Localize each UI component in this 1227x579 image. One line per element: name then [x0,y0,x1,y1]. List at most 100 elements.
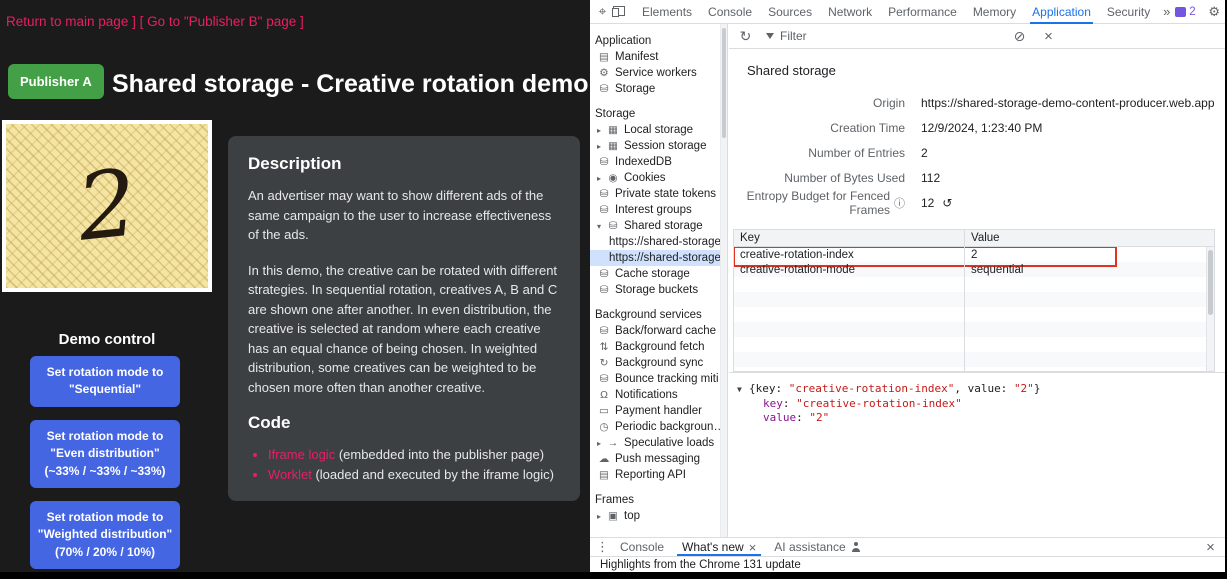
devtools-tab[interactable]: Application [1024,0,1099,23]
chevron-down-icon[interactable]: ▾ [597,222,606,231]
sidebar-item[interactable]: ▭ Payment handler [590,403,727,419]
code-links: Iframe logic (embedded into the publishe… [268,445,560,485]
sidebar-item[interactable]: Storage [590,106,727,122]
table-scrollbar[interactable] [1206,247,1214,371]
preview-summary[interactable]: {key: "creative-rotation-index", value: … [737,382,1217,397]
devtools-tabbar: ElementsConsoleSourcesNetworkPerformance… [590,0,1225,24]
sidebar-item[interactable]: Frames [590,492,727,508]
screenshot-root: Return to main page ] [ Go to "Publisher… [0,0,1227,579]
close-drawer-icon[interactable] [1202,539,1219,556]
settings-gear-icon[interactable] [1206,4,1223,20]
scrollbar-thumb[interactable] [722,28,726,138]
status-text: Highlights from the Chrome 131 update [600,559,801,571]
devtools-tab[interactable]: Console [700,0,760,23]
block-icon[interactable] [1011,28,1028,45]
sidebar-item[interactable]: https://shared-storage… [590,250,727,266]
info-icon[interactable] [894,195,905,211]
issues-count-badge[interactable]: 2 [1175,6,1195,18]
table-row[interactable]: creative-rotation-mode sequential [734,262,1206,277]
sidebar-item[interactable]: ⛁ IndexedDB [590,154,727,170]
drawer-tab[interactable]: What's new [673,538,765,556]
devtools-tab[interactable]: Network [820,0,880,23]
table-row[interactable]: creative-rotation-index 2 [734,247,1206,262]
drawer-tab[interactable]: AI assistance [765,538,869,556]
sidebar-item[interactable]: ▤ Manifest [590,49,727,65]
description-paragraph-1: An advertiser may want to show different… [248,186,560,245]
sidebar-item[interactable]: ⚙ Service workers [590,65,727,81]
sidebar-item[interactable]: ◷ Periodic backgroun… [590,419,727,435]
panel-title: Shared storage [747,63,1225,78]
chevron-right-icon[interactable]: ▸ [597,126,606,135]
sidebar-item[interactable]: ▸ ◉ Cookies [590,170,727,186]
sidebar-item[interactable]: ⇅ Background fetch [590,339,727,355]
sidebar-item[interactable]: ⛁ Cache storage [590,266,727,282]
inspect-element-icon[interactable] [594,3,611,20]
preview-property: key: "creative-rotation-index" [737,397,1217,411]
sidebar-item[interactable]: ⛁ Back/forward cache [590,323,727,339]
rotation-mode-button[interactable]: Set rotation mode to "Sequential" [30,356,180,407]
chevron-right-icon[interactable]: ▸ [597,142,606,151]
chevron-right-icon[interactable]: ▸ [597,512,606,521]
sidebar-item[interactable]: ▸ ▣ top [590,508,727,524]
clear-icon[interactable] [1040,28,1057,45]
drawer-tabbar: Console What's new AI assistance [590,537,1225,556]
meta-row: Number of Entries 2 [729,140,1225,165]
sidebar-item[interactable]: ▤ Reporting API [590,467,727,483]
sidebar-item[interactable]: ▸ ▦ Local storage [590,122,727,138]
description-paragraph-2: In this demo, the creative can be rotate… [248,261,560,398]
meta-row: Creation Time 12/9/2024, 1:23:40 PM [729,115,1225,140]
sidebar-item[interactable]: ▾ ⛁ Shared storage [590,218,727,234]
person-icon [851,542,861,552]
sidebar-item[interactable]: ▸ → Speculative loads [590,435,727,451]
column-header-value[interactable]: Value [964,230,1214,246]
card-icon: ▭ [597,405,611,417]
database-icon: ⛁ [597,188,611,200]
sidebar-item[interactable]: ☁ Push messaging [590,451,727,467]
code-link[interactable]: Worklet [268,467,312,482]
more-tabs-icon[interactable] [1158,4,1175,19]
chevron-right-icon[interactable]: ▸ [597,174,606,183]
bell-icon: Ω [597,389,611,401]
sidebar-item[interactable]: ⛁ Storage buckets [590,282,727,298]
sidebar-item[interactable]: ↻ Background sync [590,355,727,371]
reset-budget-icon[interactable] [942,196,952,210]
sidebar-item[interactable]: ▸ ▦ Session storage [590,138,727,154]
scrollbar-thumb[interactable] [1208,250,1213,315]
sidebar-item[interactable]: ⛁ Bounce tracking miti… [590,371,727,387]
table-header: Key Value [734,230,1214,247]
sidebar-item[interactable]: ⛁ Storage [590,81,727,97]
sidebar-item[interactable]: Application [590,33,727,49]
device-toolbar-icon[interactable] [611,6,626,17]
sidebar-item[interactable]: ⛁ Interest groups [590,202,727,218]
triangle-down-icon[interactable] [737,382,749,397]
status-bar: Highlights from the Chrome 131 update [590,556,1225,572]
column-header-key[interactable]: Key [734,230,964,246]
sidebar-item[interactable]: ⛁ Private state tokens [590,186,727,202]
drawer-tab[interactable]: Console [611,538,673,556]
rotation-mode-button[interactable]: Set rotation mode to "Weighted distribut… [30,501,180,569]
clock-icon: ◷ [597,421,611,433]
devtools-tab[interactable]: Elements [634,0,700,23]
nav-links[interactable]: Return to main page ] [ Go to "Publisher… [6,14,304,29]
close-tab-icon[interactable] [749,540,757,555]
sidebar-scrollbar[interactable] [720,24,727,537]
sidebar-item[interactable]: Ω Notifications [590,387,727,403]
publisher-page: Return to main page ] [ Go to "Publisher… [0,0,590,572]
sidebar-item[interactable]: https://shared-storage… [590,234,727,250]
sidebar-item[interactable]: Background services [590,307,727,323]
filter-control[interactable]: Filter [766,29,807,43]
description-card: Description An advertiser may want to sh… [228,136,580,501]
chevron-right-icon[interactable]: ▸ [597,439,606,448]
drawer-menu-icon[interactable] [594,539,611,555]
devtools-tab[interactable]: Security [1099,0,1158,23]
code-link[interactable]: Iframe logic [268,447,335,462]
devtools-tab[interactable]: Performance [880,0,965,23]
filter-icon [766,33,774,39]
ad-creative[interactable]: 2 [2,120,212,292]
devtools-tab[interactable]: Sources [760,0,820,23]
drawer-tabs: Console What's new AI assistance [611,538,870,556]
devtools-tab[interactable]: Memory [965,0,1024,23]
rotation-mode-button[interactable]: Set rotation mode to "Even distribution"… [30,420,180,488]
database-icon: ⛁ [597,373,611,385]
refresh-icon[interactable] [737,28,754,45]
